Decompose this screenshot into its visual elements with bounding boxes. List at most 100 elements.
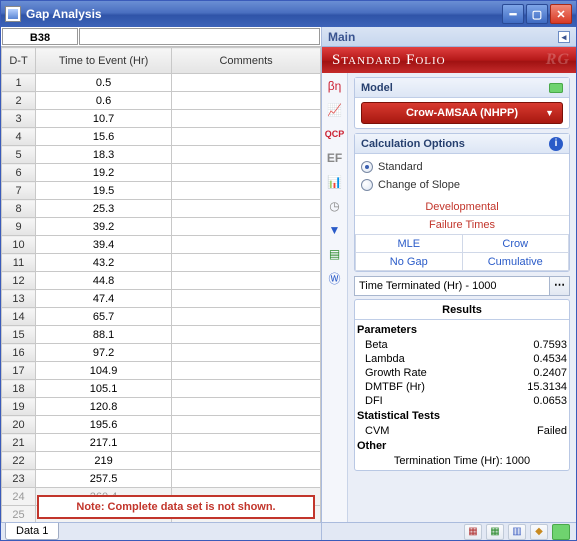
cell-comments[interactable] [172,362,321,380]
cell-cumulative[interactable]: Cumulative [462,253,569,271]
cell-time[interactable]: 105.1 [36,380,172,398]
cell-comments[interactable] [172,182,321,200]
chart-icon[interactable]: 📊 [326,173,344,191]
globe-icon[interactable]: ◷ [326,197,344,215]
cell-time[interactable]: 217.1 [36,434,172,452]
cell-time[interactable]: 10.7 [36,110,172,128]
cell-address-box[interactable]: B38 [2,28,78,45]
report-xls-icon[interactable]: ▦ [486,524,504,540]
cell-comments[interactable] [172,380,321,398]
row-header[interactable]: 4 [2,128,36,146]
table-row[interactable]: 19120.8 [2,398,321,416]
cell-comments[interactable] [172,200,321,218]
row-header[interactable]: 2 [2,92,36,110]
collapse-icon[interactable]: ◂ [558,31,570,43]
cell-comments[interactable] [172,74,321,92]
cell-no-gap[interactable]: No Gap [356,253,463,271]
cell-comments[interactable] [172,92,321,110]
cell-time[interactable]: 219 [36,452,172,470]
row-header[interactable]: 14 [2,308,36,326]
row-header[interactable]: 1 [2,74,36,92]
cell-comments[interactable] [172,434,321,452]
col-header-dt[interactable]: D-T [2,48,36,74]
row-header[interactable]: 6 [2,164,36,182]
cell-comments[interactable] [172,218,321,236]
table-row[interactable]: 21217.1 [2,434,321,452]
table-row[interactable]: 1697.2 [2,344,321,362]
table-row[interactable]: 619.2 [2,164,321,182]
row-header[interactable]: 22 [2,452,36,470]
row-header[interactable]: 12 [2,272,36,290]
col-header-time[interactable]: Time to Event (Hr) [36,48,172,74]
cell-time[interactable]: 39.4 [36,236,172,254]
table-row[interactable]: 1465.7 [2,308,321,326]
row-header[interactable]: 11 [2,254,36,272]
cell-comments[interactable] [172,110,321,128]
ef-icon[interactable]: EF [326,149,344,167]
status-lamp-bottom-icon[interactable] [552,524,570,540]
cell-time[interactable]: 97.2 [36,344,172,362]
table-row[interactable]: 1588.1 [2,326,321,344]
table-row[interactable]: 939.2 [2,218,321,236]
tab-data-1[interactable]: Data 1 [5,523,59,540]
row-header[interactable]: 20 [2,416,36,434]
table-row[interactable]: 22219 [2,452,321,470]
formula-input[interactable] [79,28,320,45]
cell-time[interactable]: 65.7 [36,308,172,326]
cell-comments[interactable] [172,344,321,362]
report-table-icon[interactable]: ▥ [508,524,526,540]
cell-time[interactable]: 195.6 [36,416,172,434]
cell-comments[interactable] [172,308,321,326]
row-header[interactable]: 18 [2,380,36,398]
cell-comments[interactable] [172,452,321,470]
cell-comments[interactable] [172,272,321,290]
row-header[interactable]: 13 [2,290,36,308]
table-row[interactable]: 1143.2 [2,254,321,272]
cell-comments[interactable] [172,470,321,488]
cell-time[interactable]: 15.6 [36,128,172,146]
table-row[interactable]: 518.3 [2,146,321,164]
row-header[interactable]: 8 [2,200,36,218]
cell-time[interactable]: 47.4 [36,290,172,308]
cell-time[interactable]: 18.3 [36,146,172,164]
table-row[interactable]: 825.3 [2,200,321,218]
info-icon[interactable]: i [549,137,563,151]
table-row[interactable]: 415.6 [2,128,321,146]
cell-time[interactable]: 0.6 [36,92,172,110]
cell-time[interactable]: 0.5 [36,74,172,92]
report-gems-icon[interactable]: ◆ [530,524,548,540]
cell-time[interactable]: 25.3 [36,200,172,218]
table-row[interactable]: 1347.4 [2,290,321,308]
close-button[interactable]: ✕ [550,4,572,24]
cell-comments[interactable] [172,128,321,146]
row-header[interactable]: 16 [2,344,36,362]
check-doc-icon[interactable]: ▤ [326,245,344,263]
cell-comments[interactable] [172,326,321,344]
data-grid[interactable]: D-T Time to Event (Hr) Comments 10.520.6… [1,47,321,522]
radio-standard[interactable]: Standard [361,158,563,176]
termination-more-button[interactable]: ⋯ [550,276,570,296]
cell-time[interactable]: 43.2 [36,254,172,272]
cell-time[interactable]: 19.5 [36,182,172,200]
cell-comments[interactable] [172,416,321,434]
cell-crow[interactable]: Crow [462,235,569,253]
cell-comments[interactable] [172,254,321,272]
row-header[interactable]: 10 [2,236,36,254]
cell-time[interactable]: 120.8 [36,398,172,416]
row-header[interactable]: 23 [2,470,36,488]
table-row[interactable]: 719.5 [2,182,321,200]
row-header[interactable]: 15 [2,326,36,344]
table-row[interactable]: 20195.6 [2,416,321,434]
termination-field[interactable]: Time Terminated (Hr) - 1000 [354,276,550,296]
table-row[interactable]: 18105.1 [2,380,321,398]
table-row[interactable]: 1244.8 [2,272,321,290]
panel-main-header[interactable]: Main ◂ [322,27,576,47]
cell-time[interactable]: 88.1 [36,326,172,344]
table-row[interactable]: 1039.4 [2,236,321,254]
cell-time[interactable]: 19.2 [36,164,172,182]
cell-time[interactable]: 257.5 [36,470,172,488]
cell-time[interactable]: 39.2 [36,218,172,236]
cell-comments[interactable] [172,398,321,416]
cell-comments[interactable] [172,290,321,308]
row-header[interactable]: 24 [2,488,36,506]
